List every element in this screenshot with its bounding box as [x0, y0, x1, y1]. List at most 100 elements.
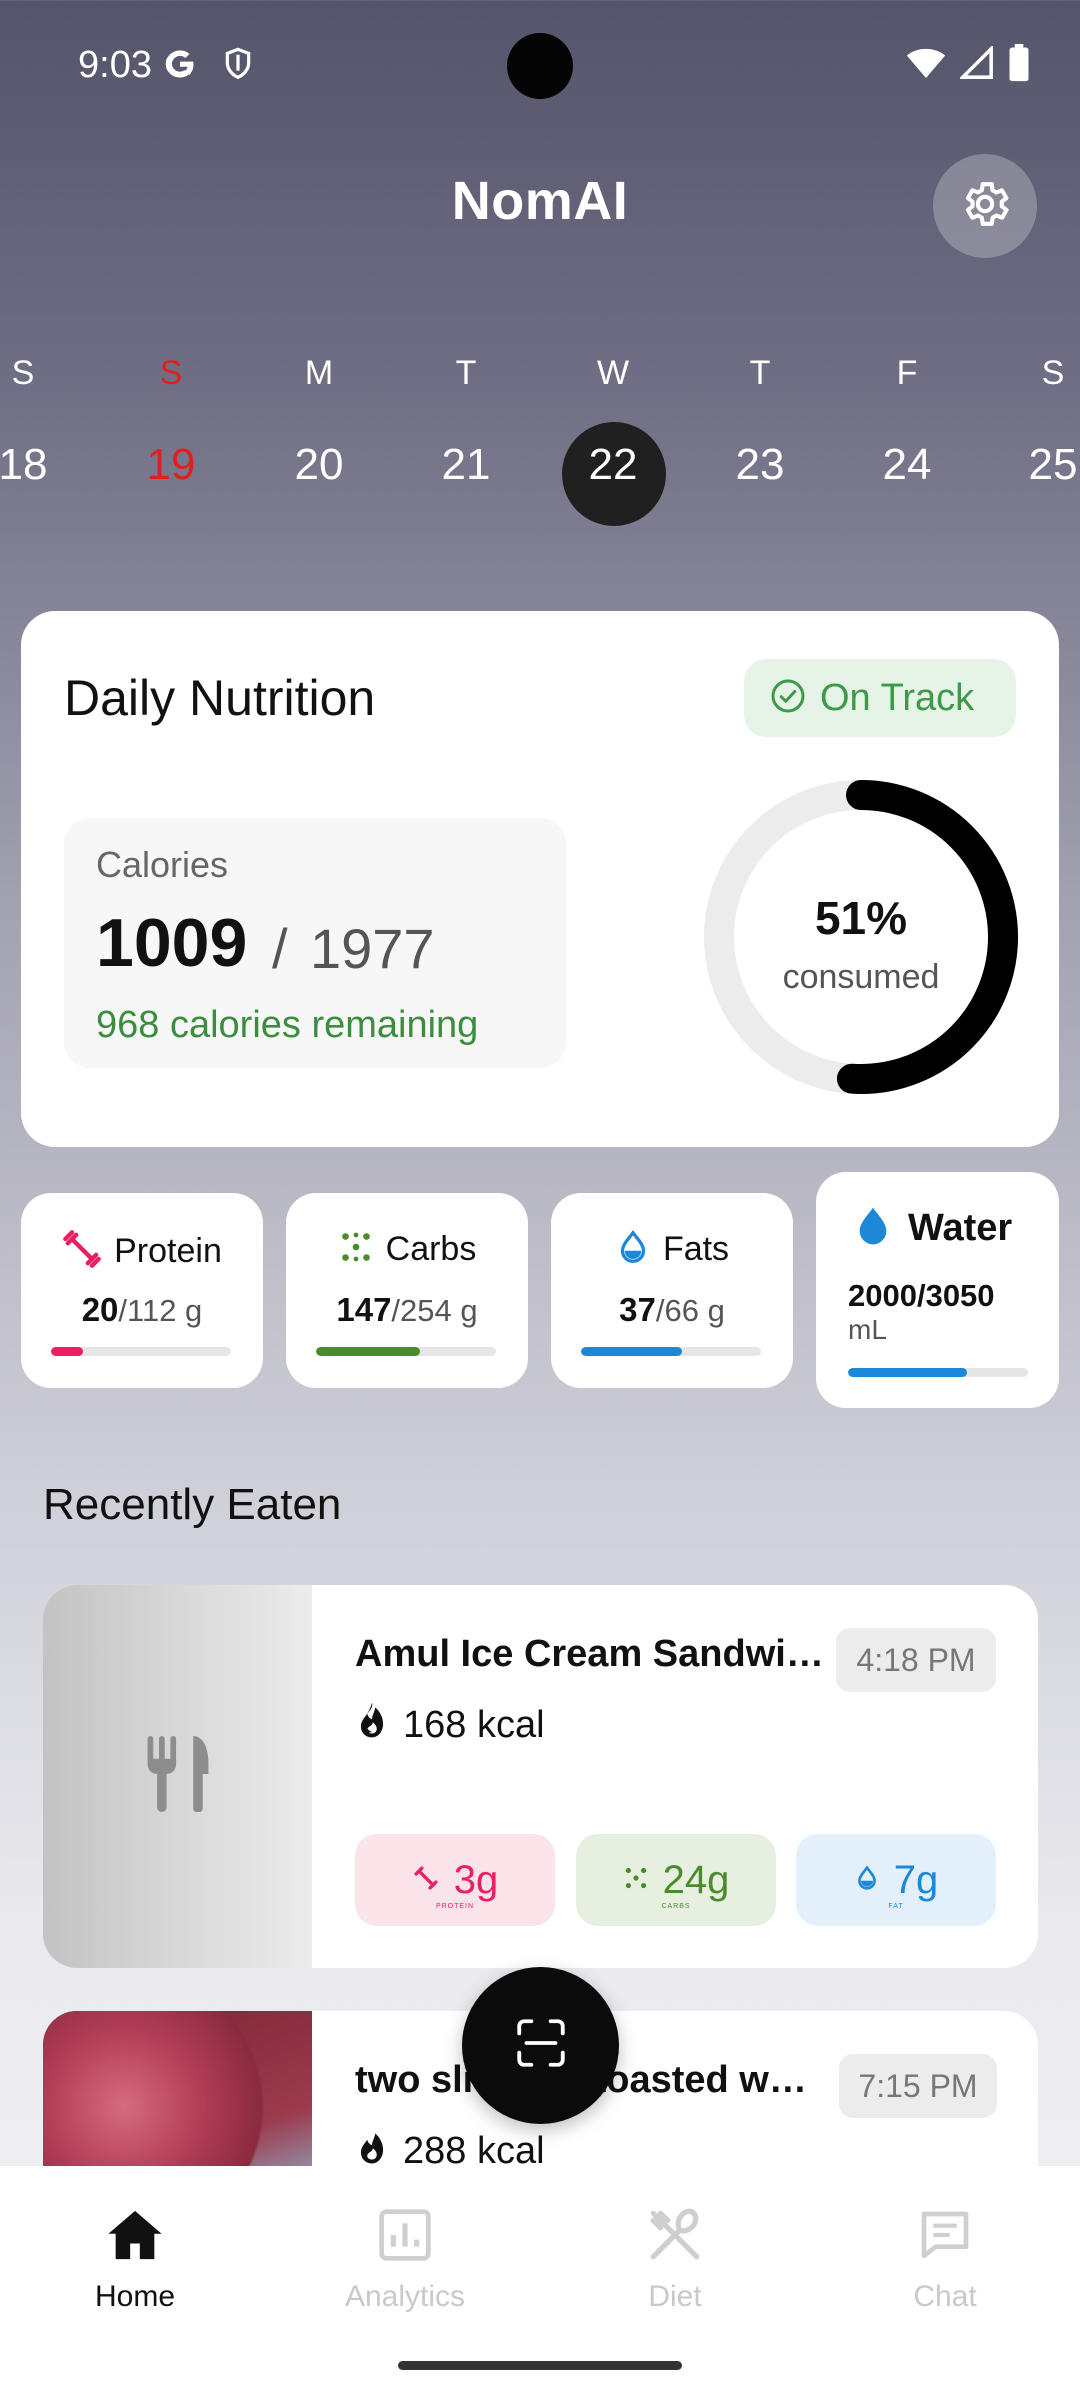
day-name: T	[455, 354, 477, 392]
protein-pill: 3g PROTEIN	[355, 1834, 555, 1926]
grain-icon	[338, 1229, 374, 1270]
fats-progress	[581, 1347, 761, 1356]
recently-eaten-title: Recently Eaten	[43, 1480, 342, 1529]
scan-icon	[512, 2014, 570, 2077]
status-text: On Track	[820, 676, 975, 719]
card-title: Daily Nutrition	[64, 670, 376, 726]
meal-placeholder-image	[43, 1585, 312, 1968]
protein-progress	[51, 1347, 231, 1356]
nav-analytics[interactable]: Analytics	[270, 2202, 540, 2314]
day-name: F	[896, 354, 918, 392]
day-name: S	[11, 354, 35, 392]
day-number: 21	[441, 440, 491, 489]
chat-icon	[916, 2207, 974, 2268]
dumbbell-icon	[412, 1864, 440, 1897]
nav-diet[interactable]: Diet	[540, 2202, 810, 2314]
meal-calories: 168 kcal	[355, 1701, 545, 1749]
app-title: NomAI	[451, 171, 629, 231]
day-number: 18	[0, 440, 48, 489]
nav-chat[interactable]: Chat	[810, 2202, 1080, 2314]
home-indicator	[398, 2361, 682, 2370]
battery-icon	[1008, 44, 1030, 87]
water-unit: mL	[848, 1314, 887, 1345]
percent-consumed: 51%	[814, 892, 908, 944]
day-number: 24	[882, 440, 932, 489]
nav-label: Diet	[648, 2280, 702, 2313]
day-number: 20	[294, 440, 344, 489]
day-number: 19	[146, 440, 196, 489]
macro-value: 147/254 g	[286, 1291, 528, 1329]
carbs-amount: 24g	[662, 1857, 730, 1902]
meal-card[interactable]: Amul Ice Cream Sandwich 4:18 PM 168 kcal…	[43, 1585, 1038, 1968]
day-name: S	[1041, 354, 1065, 392]
calories-remaining: 968 calories remaining	[96, 1004, 479, 1046]
camera-cutout	[507, 33, 573, 99]
nav-label: Analytics	[344, 2280, 466, 2313]
settings-button[interactable]	[933, 154, 1037, 258]
protein-card[interactable]: Protein 20/112 g	[21, 1193, 263, 1388]
drop-icon	[615, 1229, 651, 1270]
fat-amount: 7g	[893, 1857, 939, 1902]
status-bar: 9:03	[0, 0, 1080, 130]
macro-name: Carbs	[385, 1230, 477, 1268]
meal-time: 4:18 PM	[836, 1628, 996, 1692]
day-number: 23	[735, 440, 785, 489]
day-number: 25	[1028, 440, 1078, 489]
day-name: M	[304, 354, 334, 392]
utensils-crossed-icon	[646, 2206, 704, 2269]
water-label: Water	[908, 1207, 1013, 1249]
protein-pill-label: PROTEIN	[435, 1903, 475, 1910]
fat-pill-label: FAT	[888, 1903, 904, 1910]
meal-name: Amul Ice Cream Sandwich	[355, 1633, 825, 1675]
macro-value: 37/66 g	[551, 1291, 793, 1329]
protein-amount: 3g	[453, 1857, 499, 1902]
calories-separator: /	[272, 917, 288, 980]
macro-target: /112 g	[118, 1293, 203, 1328]
macro-value: 20/112 g	[21, 1291, 263, 1329]
day-name: S	[159, 354, 183, 392]
status-badge: On Track	[744, 659, 1016, 737]
carbs-pill-label: CARBS	[661, 1903, 691, 1910]
check-circle-icon	[770, 678, 806, 719]
day-name: W	[596, 354, 630, 392]
macro-name: Protein	[114, 1232, 222, 1270]
day-name: T	[749, 354, 771, 392]
fork-knife-icon	[143, 1736, 213, 1817]
calories-box: Calories 1009 / 1977 968 calories remain…	[64, 818, 566, 1068]
macro-amount: 37	[619, 1291, 656, 1328]
carbs-pill: 24g CARBS	[576, 1834, 776, 1926]
nav-label: Chat	[913, 2280, 977, 2313]
nav-home[interactable]: Home	[0, 2202, 270, 2314]
calories-consumed: 1009	[96, 905, 248, 981]
macro-target: /254 g	[391, 1293, 478, 1328]
day-number: 22	[588, 440, 638, 489]
carbs-card[interactable]: Carbs 147/254 g	[286, 1193, 528, 1388]
meal-kcal-value: 168 kcal	[403, 1703, 545, 1746]
flame-icon	[355, 1701, 389, 1749]
scan-food-button[interactable]	[462, 1967, 619, 2124]
carbs-progress	[316, 1347, 496, 1356]
water-progress	[848, 1368, 1028, 1377]
dumbbell-icon	[62, 1229, 102, 1274]
fats-card[interactable]: Fats 37/66 g	[551, 1193, 793, 1388]
nav-label: Home	[94, 2280, 176, 2313]
google-icon	[162, 46, 198, 87]
signal-icon	[958, 44, 994, 85]
calories-label: Calories	[96, 844, 229, 885]
drop-icon	[854, 1864, 880, 1897]
analytics-icon	[377, 2207, 433, 2268]
macro-target: /66 g	[655, 1293, 725, 1328]
grain-icon	[623, 1865, 649, 1896]
status-time: 9:03	[78, 44, 152, 86]
water-value: 2000/3050	[848, 1278, 995, 1313]
percent-label: consumed	[782, 958, 940, 996]
macro-amount: 20	[81, 1291, 119, 1328]
macro-name: Fats	[662, 1230, 730, 1268]
macro-amount: 147	[336, 1291, 392, 1328]
home-icon	[106, 2207, 164, 2268]
calories-target: 1977	[310, 917, 435, 980]
wifi-icon	[906, 46, 946, 85]
status-icons	[906, 44, 1030, 87]
shield-icon	[222, 46, 254, 87]
water-card[interactable]: Water 2000/3050 mL	[816, 1172, 1059, 1408]
